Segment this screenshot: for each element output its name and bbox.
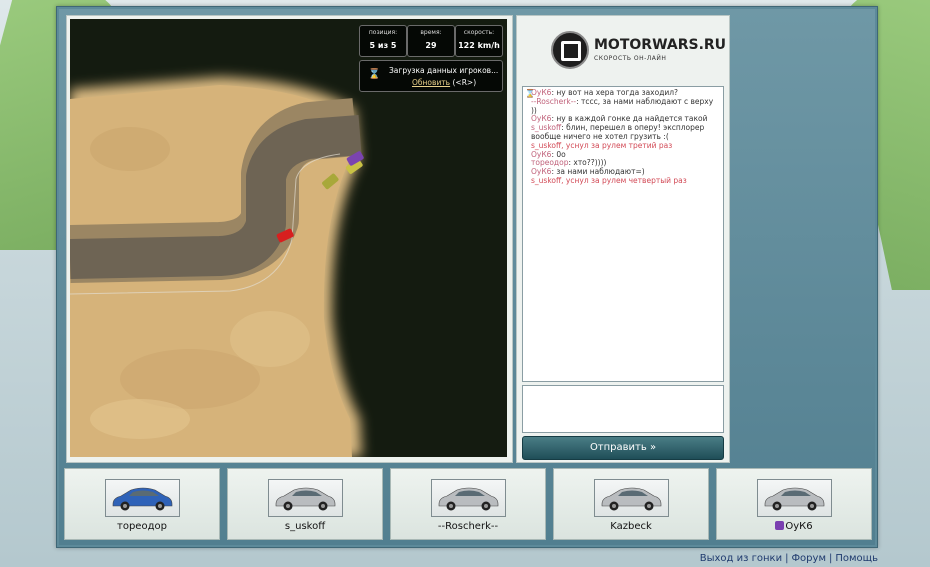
exit-race-link[interactable]: Выход из гонки [700,553,782,564]
player-name: s_uskoff [228,521,382,532]
logo-subtitle: СКОРОСТЬ ОН-ЛАЙН [594,55,667,62]
motorwars-logo: MOTORWARS.RU СКОРОСТЬ ОН-ЛАЙН [551,31,726,71]
chat-message-author[interactable]: --Roscherk-- [531,97,576,106]
chat-message-text: : 0о [551,149,566,159]
player-car-image [268,479,343,517]
help-link[interactable]: Помощь [835,553,878,564]
player-name: ОуК6 [717,521,871,532]
player-car-image [594,479,669,517]
send-button[interactable]: Отправить » [522,436,724,460]
chat-message-text: : хто??)))) [568,158,607,168]
player-name-text: ОуК6 [785,521,813,532]
player-name-text: --Roscherk-- [437,521,499,532]
chat-message-author[interactable]: ОуК6 [531,167,551,176]
player-card[interactable]: ОуК6 [716,468,872,540]
chat-message-author[interactable]: ОуК6 [531,114,551,123]
player-name-text: тореодор [117,521,167,532]
logo-title: MOTORWARS.RU [594,37,727,53]
hourglass-icon: ⌛ [368,69,381,80]
hud-position: позиция: 5 из 5 [359,25,407,57]
player-car-image [757,479,832,517]
chat-message-text: s_uskoff, уснул за рулем третий раз [531,140,673,150]
refresh-row: Обновить (<R>) [412,78,476,87]
chat-input[interactable] [522,385,724,433]
player-name-text: Kazbeck [610,521,652,532]
loading-panel: ⌛ Загрузка данных игроков... Обновить (<… [359,60,503,92]
hud-time-label: время: [420,29,442,36]
player-card[interactable]: тореодор [64,468,220,540]
chat-message-text: : ну вот на хера тогда заходил? [551,88,679,97]
chat-message: --Roscherk--: тссс, за нами наблюдают с … [523,97,723,116]
forum-link[interactable]: Форум [791,553,826,564]
refresh-key: (<R>) [452,78,477,87]
footer-links: Выход из гонки | Форум | Помощь [699,553,878,564]
race-track-view[interactable]: позиция: 5 из 5 время: 29 скорость: 122 … [70,19,507,457]
chat-message: s_uskoff, уснул за рулем четвертый раз [523,175,723,186]
hud-speed: скорость: 122 km/h [455,25,503,57]
player-name: тореодор [65,521,219,532]
hud-time: время: 29 [407,25,455,57]
chat-log[interactable]: ⌛ ОуК6 : ну вот на хера тогда заходил? --R… [522,86,724,382]
hud-speed-value: 122 km/h [458,41,500,50]
loading-text: Загрузка данных игроков... [389,66,499,75]
player-name: --Roscherk-- [391,521,545,532]
hud-speed-label: скорость: [463,29,495,36]
chat-message-text: s_uskoff, уснул за рулем четвертый раз [531,175,687,185]
hud-position-value: 5 из 5 [369,41,397,50]
player-name-text: s_uskoff [284,521,326,532]
chat-message-text: : ну в каждой гонке да найдется такой [551,114,708,124]
player-name: Kazbeck [554,521,708,532]
refresh-link[interactable]: Обновить [412,78,450,87]
player-card[interactable]: Kazbeck [553,468,709,540]
chat-message-text: : за нами наблюдают=) [551,167,645,177]
player-car-image [105,479,180,517]
chat-message-author[interactable]: s_uskoff [531,123,561,132]
chat-message-author[interactable]: ОуК6 [531,150,551,159]
logo-wheel-icon [551,31,589,69]
chat-message-author[interactable]: тореодор [531,158,568,167]
team-badge-icon [775,521,785,530]
chat-message: s_uskoff: блин, перешел в оперу! эксплор… [523,123,723,142]
player-card[interactable]: s_uskoff [227,468,383,540]
hud-position-label: позиция: [368,29,398,36]
hud-time-value: 29 [425,41,437,50]
player-card[interactable]: --Roscherk-- [390,468,546,540]
hourglass-icon: ⌛ [525,89,535,98]
player-car-image [431,479,506,517]
